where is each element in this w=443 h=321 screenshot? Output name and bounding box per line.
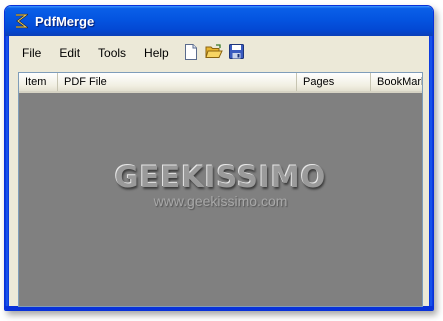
column-header-pages[interactable]: Pages xyxy=(297,73,371,91)
new-button[interactable] xyxy=(181,43,201,63)
open-folder-icon xyxy=(205,44,223,62)
list-header: Item PDF File Pages BookMark xyxy=(19,73,422,93)
menu-edit[interactable]: Edit xyxy=(50,46,89,60)
watermark-title: GEEKISSIMO xyxy=(114,160,327,194)
window-border-left xyxy=(5,36,9,310)
column-header-bookmark[interactable]: BookMark xyxy=(371,73,422,91)
open-button[interactable] xyxy=(204,43,224,63)
save-button[interactable] xyxy=(227,43,247,63)
watermark-logo: GEEKISSIMO www.geekissimo.com xyxy=(19,161,422,209)
pdf-file-list[interactable]: Item PDF File Pages BookMark GEEKISSIMO … xyxy=(18,72,423,307)
pdfmerge-app-icon[interactable] xyxy=(13,13,29,29)
menu-bar: File Edit Tools Help xyxy=(9,36,429,70)
column-header-pdf-file[interactable]: PDF File xyxy=(58,73,297,91)
new-document-icon xyxy=(184,43,198,63)
window-title: PdfMerge xyxy=(35,13,95,29)
menu-file[interactable]: File xyxy=(13,46,50,60)
save-disk-icon xyxy=(229,44,245,62)
watermark-url: www.geekissimo.com xyxy=(153,193,288,209)
menu-help[interactable]: Help xyxy=(135,46,178,60)
app-window: PdfMerge File Edit Tools Help Item PDF F… xyxy=(4,5,434,311)
window-border-right xyxy=(429,36,433,310)
title-bar[interactable]: PdfMerge xyxy=(5,6,433,36)
menu-tools[interactable]: Tools xyxy=(89,46,135,60)
column-header-item[interactable]: Item xyxy=(19,73,58,91)
